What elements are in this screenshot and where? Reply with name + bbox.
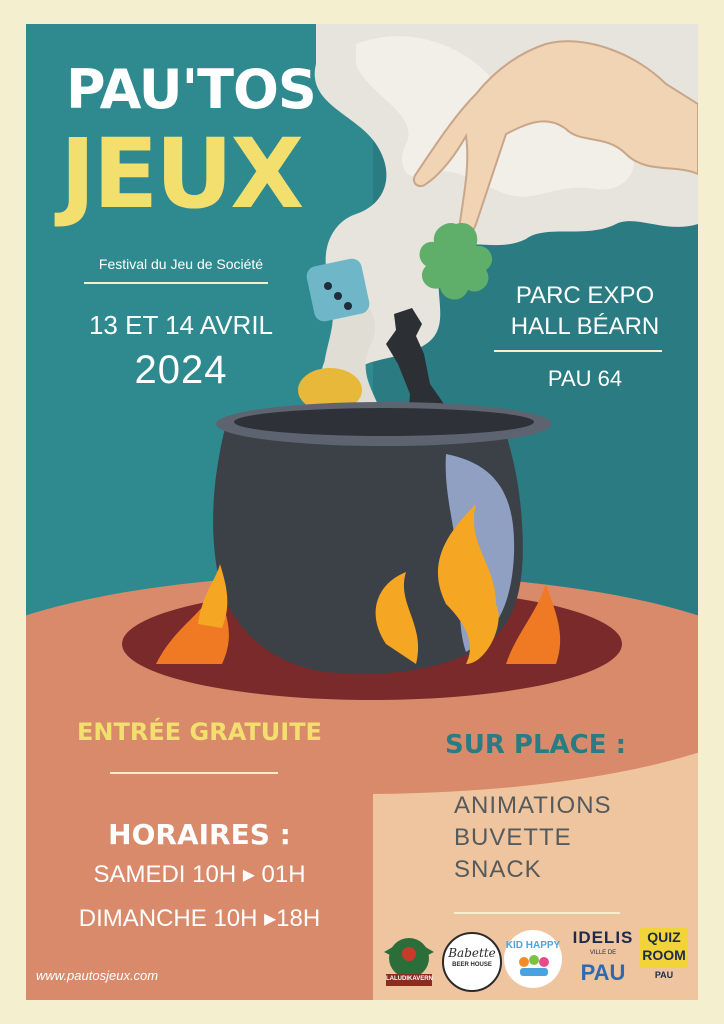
quizroom-badge: QUIZ ROOM: [640, 928, 688, 968]
on-site-list: ANIMATIONS BUVETTE SNACK: [454, 790, 684, 886]
on-site-item: SNACK: [454, 856, 542, 883]
quizroom-logo: QUIZ ROOM PAU: [640, 928, 688, 988]
free-entry-label: ENTRÉE GRATUITE: [77, 718, 322, 746]
dragon-icon: [384, 938, 434, 986]
divider-venue: [494, 350, 662, 352]
on-site-heading: SUR PLACE :: [445, 730, 626, 760]
idelis-text: IDELIS: [572, 928, 634, 947]
divider-sponsors: [454, 912, 620, 914]
cauldron-opening: [234, 408, 534, 436]
laludikavern-text: LALUDIKAVERN: [386, 976, 433, 982]
laludikavern-logo: LALUDIKAVERN: [378, 930, 440, 992]
ville-label: VILLE DE: [589, 950, 617, 956]
quizroom-line1: QUIZ: [647, 929, 681, 945]
on-site-item: BUVETTE: [454, 824, 572, 851]
kidhappy-logo: KID HAPPY: [504, 930, 562, 988]
pau-text: PAU: [580, 960, 626, 985]
babette-name: Babette: [448, 946, 496, 960]
website-link[interactable]: www.pautosjeux.com: [36, 968, 158, 983]
festival-dates: 13 ET 14 AVRIL: [88, 310, 274, 340]
quizroom-line2: ROOM: [642, 947, 686, 963]
venue-line2: HALL BÉARN: [510, 313, 660, 340]
kids-icon: [519, 955, 549, 976]
on-site-item: ANIMATIONS: [454, 792, 612, 819]
festival-subtitle: Festival du Jeu de Société: [98, 256, 264, 272]
divider-subtitle: [84, 282, 268, 284]
festival-title-line2: JEUX: [60, 118, 304, 230]
idelis-pau-logo: IDELIS VILLE DE PAU: [564, 928, 642, 992]
venue-line1: PARC EXPO: [515, 282, 655, 309]
hours-sunday: DIMANCHE 10H ▸18H: [78, 905, 321, 932]
festival-year: 2024: [134, 348, 228, 392]
venue-name: PARC EXPO HALL BÉARN: [490, 280, 680, 342]
poster: PAU'TOS JEUX Festival du Jeu de Société …: [26, 24, 698, 1000]
venue-city: PAU 64: [547, 366, 623, 391]
dice: [306, 258, 370, 322]
babette-logo: Babette BEER HOUSE: [442, 932, 502, 992]
hours-heading: HORAIRES :: [108, 818, 291, 851]
divider-entry: [110, 772, 278, 774]
babette-sub: BEER HOUSE: [452, 962, 492, 968]
hours-saturday: SAMEDI 10H ▸ 01H: [93, 861, 306, 888]
quizroom-city: PAU: [654, 970, 674, 980]
festival-title-line1: PAU'TOS: [66, 58, 317, 121]
